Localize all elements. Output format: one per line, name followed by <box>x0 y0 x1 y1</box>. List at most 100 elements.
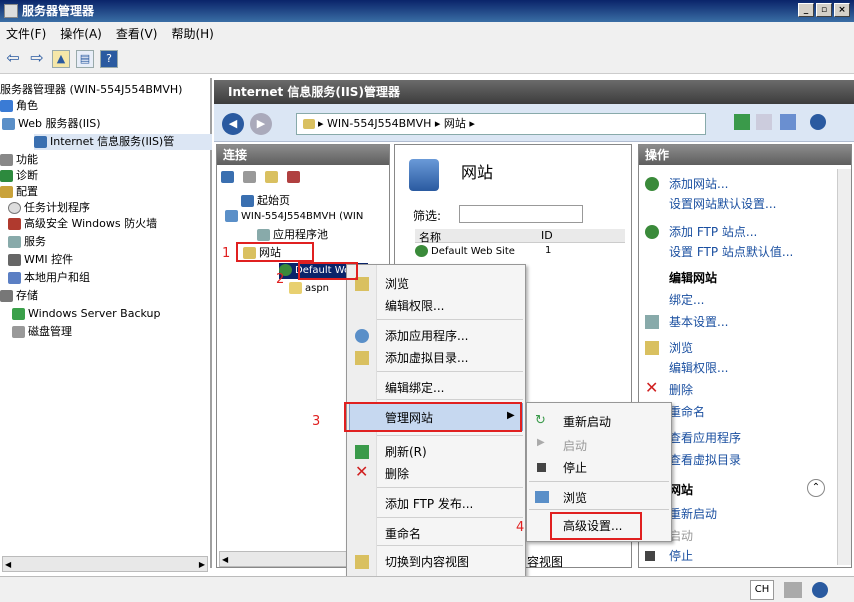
action-bindings[interactable]: 绑定... <box>669 291 704 308</box>
row-globe-icon <box>415 245 428 257</box>
conn-server[interactable]: WIN-554J554BMVH (WIN <box>225 209 363 225</box>
cm-refresh[interactable]: 刷新(R) <box>385 443 427 460</box>
refresh-nav-icon[interactable] <box>734 114 750 130</box>
left-pane-scrollbar[interactable]: ◀ ▶ <box>2 556 208 572</box>
tree-backup[interactable]: Windows Server Backup <box>12 306 161 322</box>
tree-root[interactable]: 服务器管理器 (WIN-554J554BMVH) <box>0 82 182 98</box>
action-view-vdirs[interactable]: 查看虚拟目录 <box>669 451 741 468</box>
section-manage-site: 网站 <box>669 483 694 497</box>
scroll-right-icon[interactable]: ▶ <box>199 560 205 569</box>
cm-rename[interactable]: 重命名 <box>385 525 421 542</box>
tree-wmi[interactable]: WMI 控件 <box>8 252 73 268</box>
action-add-site[interactable]: 添加网站... <box>669 175 728 192</box>
cm-add-app[interactable]: 添加应用程序... <box>385 327 468 344</box>
sm-start[interactable]: 启动 <box>563 437 587 454</box>
tree-features[interactable]: 功能 <box>0 152 38 168</box>
menu-action[interactable]: 操作(A) <box>60 25 102 42</box>
col-name-header[interactable]: 名称 <box>419 229 441 245</box>
table-row[interactable]: Default Web Site 1 <box>415 245 625 261</box>
site-folder-icon <box>303 119 315 129</box>
action-browse[interactable]: 浏览 <box>669 339 693 356</box>
tree-diagnostics[interactable]: 诊断 <box>0 168 38 184</box>
action-delete[interactable]: 删除 <box>669 381 693 398</box>
action-stop[interactable]: 停止 <box>669 547 693 564</box>
app-pool-icon <box>257 229 270 241</box>
maximize-button[interactable]: ▫ <box>816 3 832 17</box>
sm-stop[interactable]: 停止 <box>563 459 587 476</box>
menu-help[interactable]: 帮助(H) <box>171 25 213 42</box>
actions-scrollbar[interactable] <box>837 169 851 565</box>
action-basic-settings[interactable]: 基本设置... <box>669 313 728 330</box>
tree-storage[interactable]: 存储 <box>0 288 38 304</box>
clock-icon <box>8 202 21 214</box>
connect-icon[interactable] <box>221 171 234 183</box>
tree-web-server[interactable]: Web 服务器(IIS) <box>2 116 101 132</box>
action-ftp-defaults[interactable]: 设置 FTP 站点默认值... <box>669 243 793 260</box>
sm-restart[interactable]: 重新启动 <box>563 413 611 430</box>
nav-help-icon[interactable] <box>810 114 826 130</box>
address-bar[interactable]: ▸ WIN-554J554BMVH ▸ 网站 ▸ <box>296 113 706 135</box>
tree-firewall[interactable]: 高级安全 Windows 防火墙 <box>8 216 157 232</box>
browse-icon <box>645 341 659 355</box>
up-folder-icon[interactable]: ▲ <box>52 49 70 68</box>
tree-disk-mgmt[interactable]: 磁盘管理 <box>12 324 72 340</box>
sm-browse[interactable]: 浏览 <box>563 489 587 506</box>
conn-aspnet[interactable]: aspn <box>289 281 329 297</box>
action-start[interactable]: 启动 <box>669 527 693 544</box>
start-page-icon <box>241 195 254 207</box>
language-indicator[interactable]: CH <box>750 580 774 600</box>
cm-add-vdir[interactable]: 添加虚拟目录... <box>385 349 468 366</box>
firewall-icon <box>8 218 21 230</box>
conn-start-page[interactable]: 起始页 <box>241 193 290 209</box>
conn-app-pools[interactable]: 应用程序池 <box>257 227 328 243</box>
up-level-icon[interactable] <box>265 171 278 183</box>
back-arrow-icon[interactable]: ⇦ <box>4 49 22 68</box>
action-restart[interactable]: 重新启动 <box>669 505 717 522</box>
tree-config[interactable]: 配置 <box>0 184 38 200</box>
action-rename[interactable]: 重命名 <box>669 403 705 420</box>
col-id-header[interactable]: ID <box>541 229 553 242</box>
cm-add-ftp[interactable]: 添加 FTP 发布... <box>385 495 473 512</box>
tree-services[interactable]: 服务 <box>8 234 46 250</box>
keyboard-icon[interactable] <box>784 582 802 598</box>
tree-local-users[interactable]: 本地用户和组 <box>8 270 90 286</box>
collapse-chevron-icon[interactable]: ⌃ <box>807 479 825 497</box>
disconnect-icon[interactable] <box>287 171 300 183</box>
filter-input[interactable] <box>459 205 583 223</box>
nav-forward-icon[interactable]: ▶ <box>250 113 272 135</box>
home-icon[interactable] <box>780 114 796 130</box>
forward-arrow-icon[interactable]: ⇨ <box>28 49 46 68</box>
close-button[interactable]: × <box>834 3 850 17</box>
cm-refresh-icon <box>355 445 369 459</box>
menu-file[interactable]: 文件(F) <box>6 25 46 42</box>
toolbar: ⇦ ⇨ ▲ ▤ ? <box>0 44 854 74</box>
storage-icon <box>0 290 13 302</box>
annotation-label-3: 3 <box>312 414 321 429</box>
show-hide-console-icon[interactable]: ▤ <box>76 49 94 68</box>
cm-browse[interactable]: 浏览 <box>385 275 409 292</box>
action-view-apps[interactable]: 查看应用程序 <box>669 429 741 446</box>
content-view-tab[interactable]: 容视图 <box>527 553 563 570</box>
stop-nav-icon[interactable] <box>756 114 772 130</box>
cm-delete[interactable]: 删除 <box>385 465 409 482</box>
help-icon[interactable]: ? <box>100 49 118 68</box>
center-title: 网站 <box>461 163 494 182</box>
conn-scroll-left-icon[interactable]: ◀ <box>222 555 228 564</box>
add-ftp-icon <box>645 225 659 239</box>
tree-iis-manager[interactable]: Internet 信息服务(IIS)管 <box>34 134 212 150</box>
tree-task-scheduler[interactable]: 任务计划程序 <box>8 200 90 216</box>
minimize-button[interactable]: _ <box>798 3 814 17</box>
save-icon[interactable] <box>243 171 256 183</box>
action-add-ftp[interactable]: 添加 FTP 站点... <box>669 223 757 240</box>
scroll-left-icon[interactable]: ◀ <box>5 560 11 569</box>
action-site-defaults[interactable]: 设置网站默认设置... <box>669 195 776 212</box>
cm-switch-content[interactable]: 切换到内容视图 <box>385 553 469 570</box>
status-help-icon[interactable] <box>812 582 828 598</box>
nav-back-icon[interactable]: ◀ <box>222 113 244 135</box>
action-edit-perms[interactable]: 编辑权限... <box>669 359 728 376</box>
cm-edit-perms[interactable]: 编辑权限... <box>385 297 444 314</box>
diagnostics-icon <box>0 170 13 182</box>
cm-edit-bindings[interactable]: 编辑绑定... <box>385 379 444 396</box>
menu-view[interactable]: 查看(V) <box>116 25 158 42</box>
tree-roles[interactable]: 角色 <box>0 98 38 114</box>
